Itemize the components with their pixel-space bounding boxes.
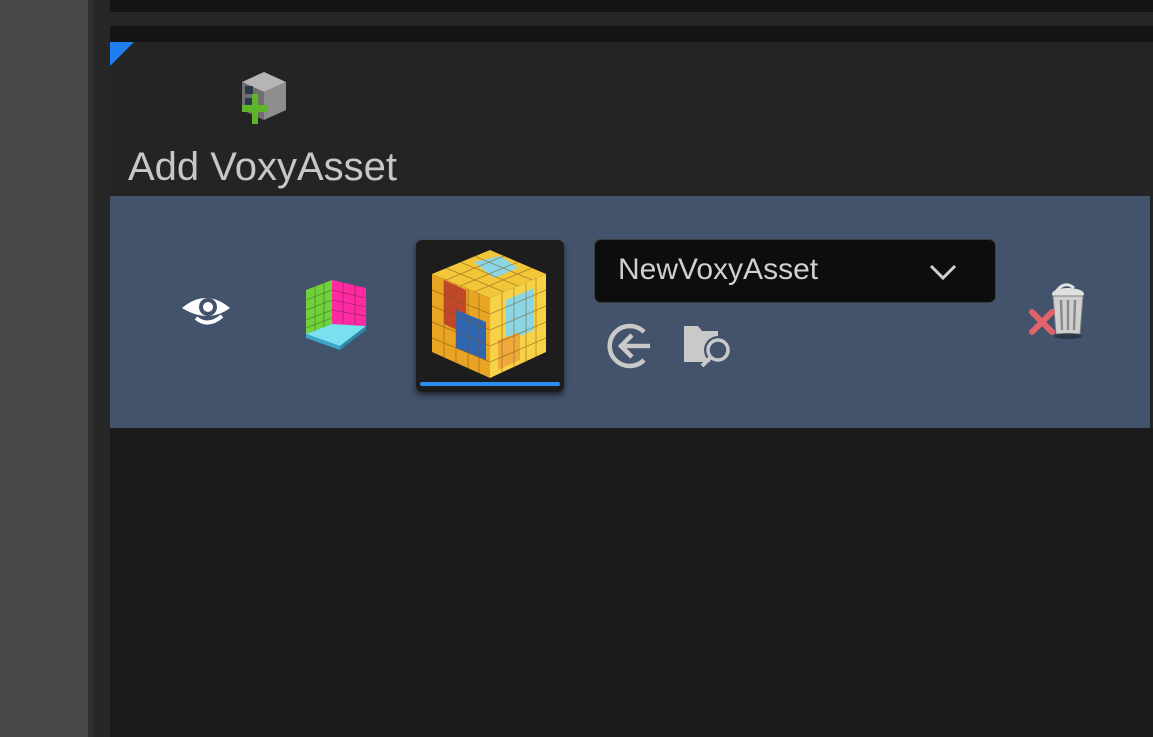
- voxel-asset-cube-thumbnail: [431, 250, 547, 378]
- asset-picker-value: NewVoxyAsset: [618, 253, 819, 286]
- chevron-down-icon: [929, 264, 957, 281]
- top-strip: [110, 26, 1153, 42]
- trash-x-icon: [1029, 283, 1084, 339]
- voxy-assets-panel: Add VoxyAsset: [110, 42, 1153, 196]
- asset-thumbnail[interactable]: [416, 240, 564, 392]
- browse-to-asset-button[interactable]: [682, 320, 738, 370]
- top-strip: [110, 0, 1153, 12]
- thumbnail-selection-bar: [420, 382, 560, 386]
- voxel-room-icon: [305, 280, 367, 350]
- expand-corner-marker: [110, 42, 134, 66]
- voxel-cube-plus-icon: [242, 72, 286, 124]
- folder-search-icon: [684, 326, 732, 368]
- eye-icon: [182, 298, 230, 325]
- delete-asset-button[interactable]: [1028, 278, 1094, 346]
- add-voxy-asset-button[interactable]: Add VoxyAsset: [124, 64, 414, 187]
- add-voxy-asset-label: Add VoxyAsset: [128, 145, 398, 189]
- editor-panel: Add VoxyAsset NewVoxyAsset: [0, 0, 1153, 737]
- visibility-toggle[interactable]: [178, 290, 234, 330]
- use-selected-asset-button[interactable]: [604, 320, 656, 372]
- left-splitter[interactable]: [0, 0, 88, 737]
- arrow-left-circle-icon: [607, 323, 650, 369]
- splitter-inner: [94, 0, 110, 737]
- voxy-asset-row: NewVoxyAsset: [110, 196, 1150, 428]
- asset-picker-combo[interactable]: NewVoxyAsset: [594, 239, 996, 303]
- top-divider: [110, 12, 1153, 26]
